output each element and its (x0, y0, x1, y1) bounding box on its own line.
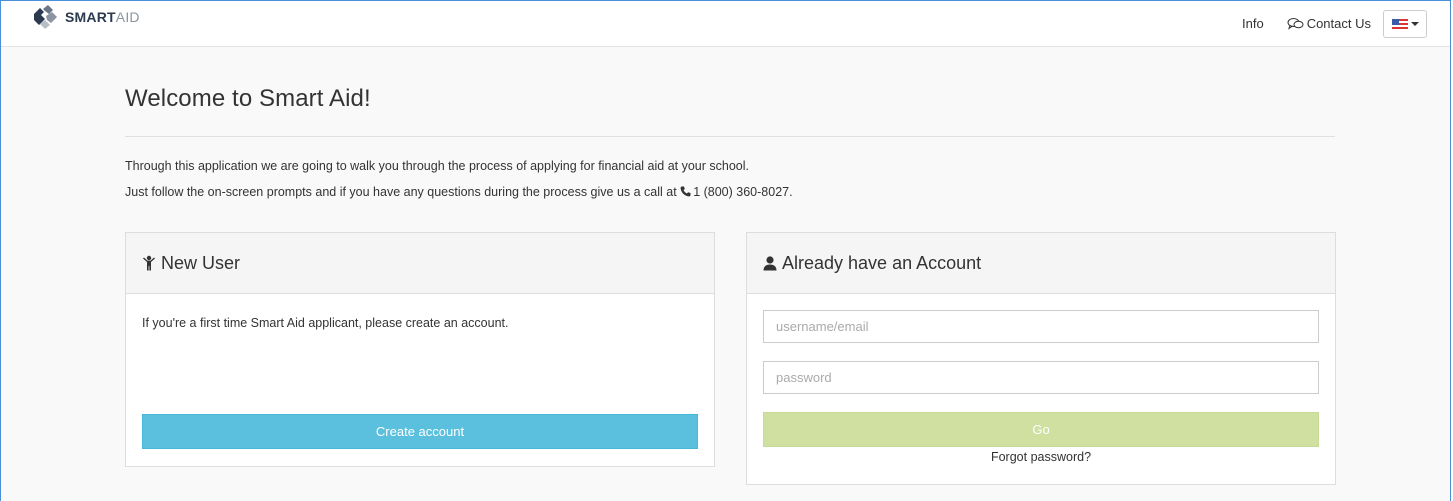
top-navbar: SMARTAID Info Contact Us (1, 1, 1450, 47)
puzzle-logo-icon (34, 4, 57, 29)
new-user-panel: New User If you're a first time Smart Ai… (125, 232, 715, 467)
login-heading-label: Already have an Account (782, 252, 982, 273)
brand-name: SMARTAID (65, 8, 140, 25)
user-icon (763, 255, 777, 270)
login-panel: Already have an Account Go Forgot passwo… (746, 232, 1336, 485)
phone-icon (680, 186, 691, 197)
intro-text-line1: Through this application we are going to… (125, 159, 749, 173)
app-window: SMARTAID Info Contact Us Welcome to Smar… (0, 0, 1451, 501)
chat-bubbles-icon (1287, 18, 1304, 30)
forgot-password-link[interactable]: Forgot password? (763, 450, 1319, 464)
intro-text-line2: Just follow the on-screen prompts and if… (125, 184, 1335, 201)
new-user-body: If you're a first time Smart Aid applica… (126, 294, 714, 449)
caret-down-icon (1410, 21, 1419, 26)
nav-contact-label: Contact Us (1306, 16, 1371, 31)
create-account-button[interactable]: Create account (142, 414, 698, 449)
support-phone-number: 1 (800) 360-8027. (693, 185, 793, 199)
new-user-text: If you're a first time Smart Aid applica… (142, 316, 509, 330)
nav-links: Info Contact Us (1242, 9, 1427, 38)
language-dropdown[interactable] (1383, 9, 1427, 38)
login-heading: Already have an Account (747, 233, 1335, 294)
brand-logo-link[interactable]: SMARTAID (31, 4, 140, 30)
username-email-input[interactable] (763, 310, 1319, 343)
login-body: Go Forgot password? (747, 294, 1335, 480)
child-figure-icon (143, 255, 155, 271)
go-button[interactable]: Go (763, 412, 1319, 447)
us-flag-icon (1391, 18, 1408, 29)
intro-text-prefix: Just follow the on-screen prompts and if… (125, 185, 677, 199)
nav-info-link[interactable]: Info (1242, 16, 1264, 31)
title-divider (125, 136, 1335, 137)
nav-contact-link[interactable]: Contact Us (1287, 16, 1371, 31)
new-user-heading-label: New User (161, 252, 241, 273)
password-input[interactable] (763, 361, 1319, 394)
main-content: Welcome to Smart Aid! Through this appli… (125, 47, 1336, 485)
page-title: Welcome to Smart Aid! (125, 85, 371, 112)
new-user-heading: New User (126, 233, 714, 294)
